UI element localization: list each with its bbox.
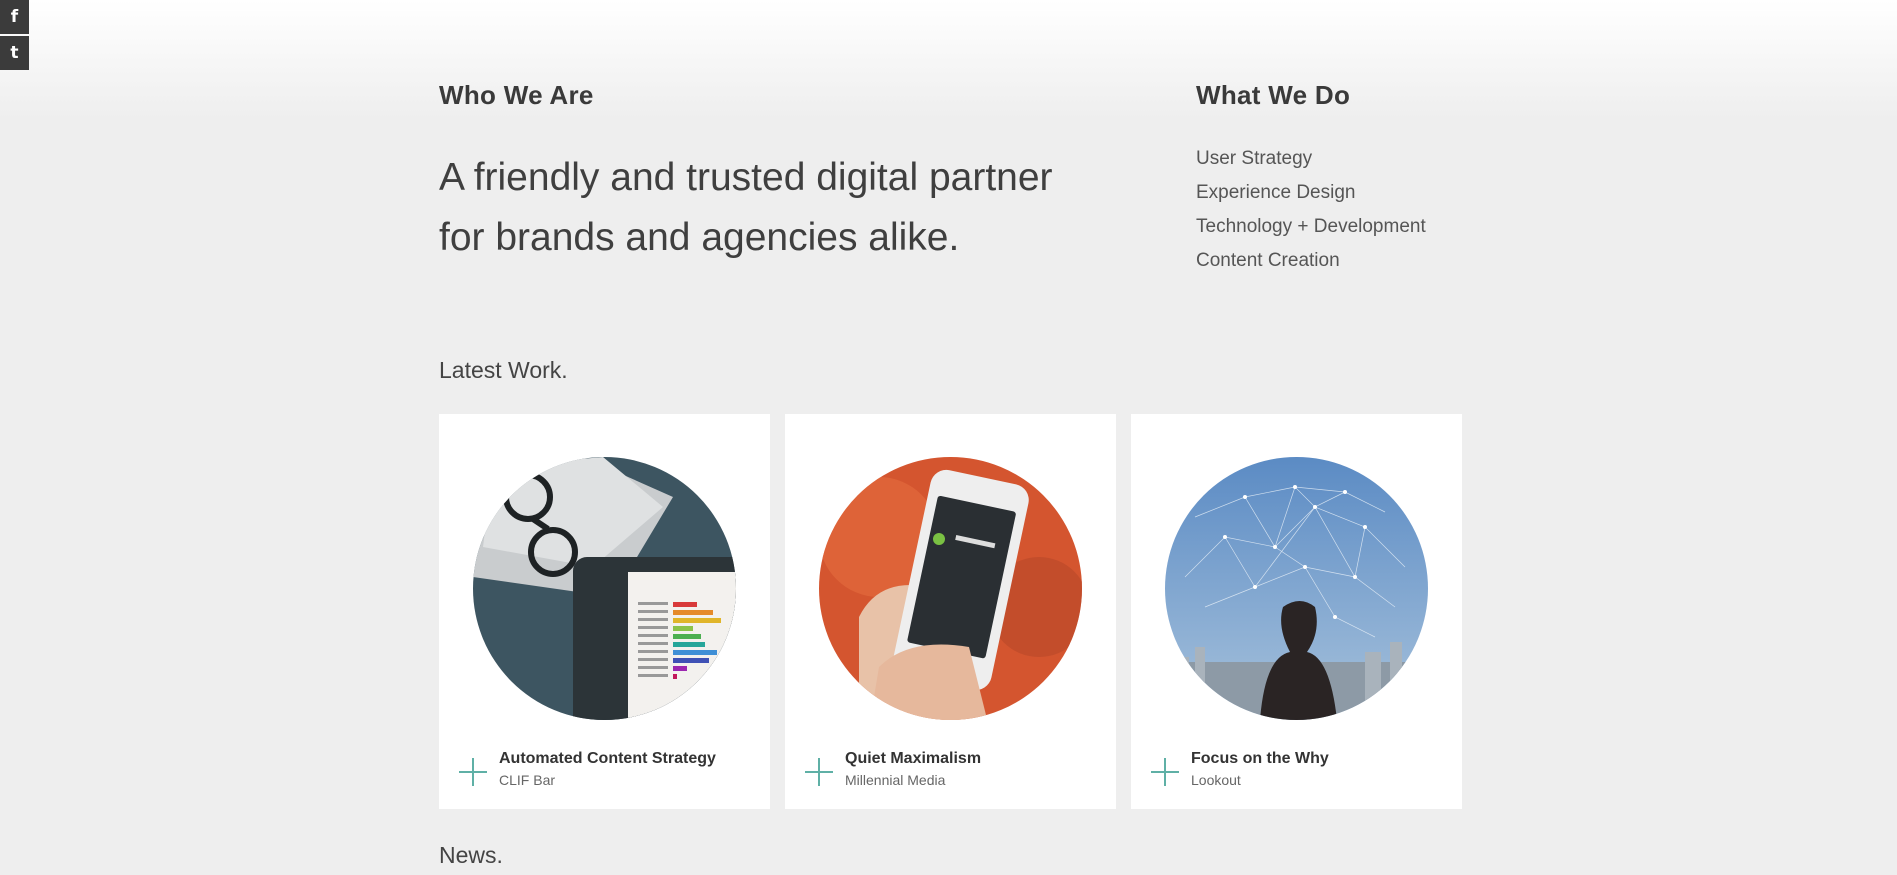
work-title[interactable]: Quiet Maximalism xyxy=(845,750,981,768)
social-links: f t xyxy=(0,0,29,72)
tagline: A friendly and trusted digital partner f… xyxy=(439,148,1119,268)
service-user-strategy[interactable]: User Strategy xyxy=(1196,142,1426,176)
plus-icon[interactable] xyxy=(805,758,833,786)
tagline-line-1: A friendly and trusted digital partner xyxy=(439,156,1053,199)
work-title[interactable]: Focus on the Why xyxy=(1191,750,1329,768)
work-image-tablet-report[interactable] xyxy=(473,457,736,720)
news-heading: News. xyxy=(439,842,503,868)
work-client: Lookout xyxy=(1191,772,1241,788)
work-cards: Automated Content Strategy CLIF Bar Quie… xyxy=(439,414,1463,809)
who-we-are-heading: Who We Are xyxy=(439,80,594,110)
plus-icon[interactable] xyxy=(1151,758,1179,786)
what-we-do-heading: What We Do xyxy=(1196,80,1351,110)
service-content-creation[interactable]: Content Creation xyxy=(1196,244,1426,278)
work-card[interactable]: Quiet Maximalism Millennial Media xyxy=(785,414,1116,809)
work-image-network-sky[interactable] xyxy=(1165,457,1428,720)
plus-icon[interactable] xyxy=(459,758,487,786)
service-experience-design[interactable]: Experience Design xyxy=(1196,176,1426,210)
work-image-phone-in-hand[interactable] xyxy=(819,457,1082,720)
work-card[interactable]: Focus on the Why Lookout xyxy=(1131,414,1462,809)
service-technology-development[interactable]: Technology + Development xyxy=(1196,210,1426,244)
tagline-line-2: for brands and agencies alike. xyxy=(439,216,960,259)
who-we-are-section: Who We Are A friendly and trusted digita… xyxy=(439,80,1119,259)
work-client: CLIF Bar xyxy=(499,772,556,788)
facebook-icon[interactable]: f xyxy=(0,0,29,34)
work-client: Millennial Media xyxy=(845,772,946,788)
work-title[interactable]: Automated Content Strategy xyxy=(499,750,716,768)
latest-work-heading: Latest Work. xyxy=(439,357,568,383)
twitter-icon[interactable]: t xyxy=(0,36,29,70)
work-card[interactable]: Automated Content Strategy CLIF Bar xyxy=(439,414,770,809)
services-list: User Strategy Experience Design Technolo… xyxy=(1196,142,1426,278)
what-we-do-section: What We Do User Strategy Experience Desi… xyxy=(1196,80,1496,271)
